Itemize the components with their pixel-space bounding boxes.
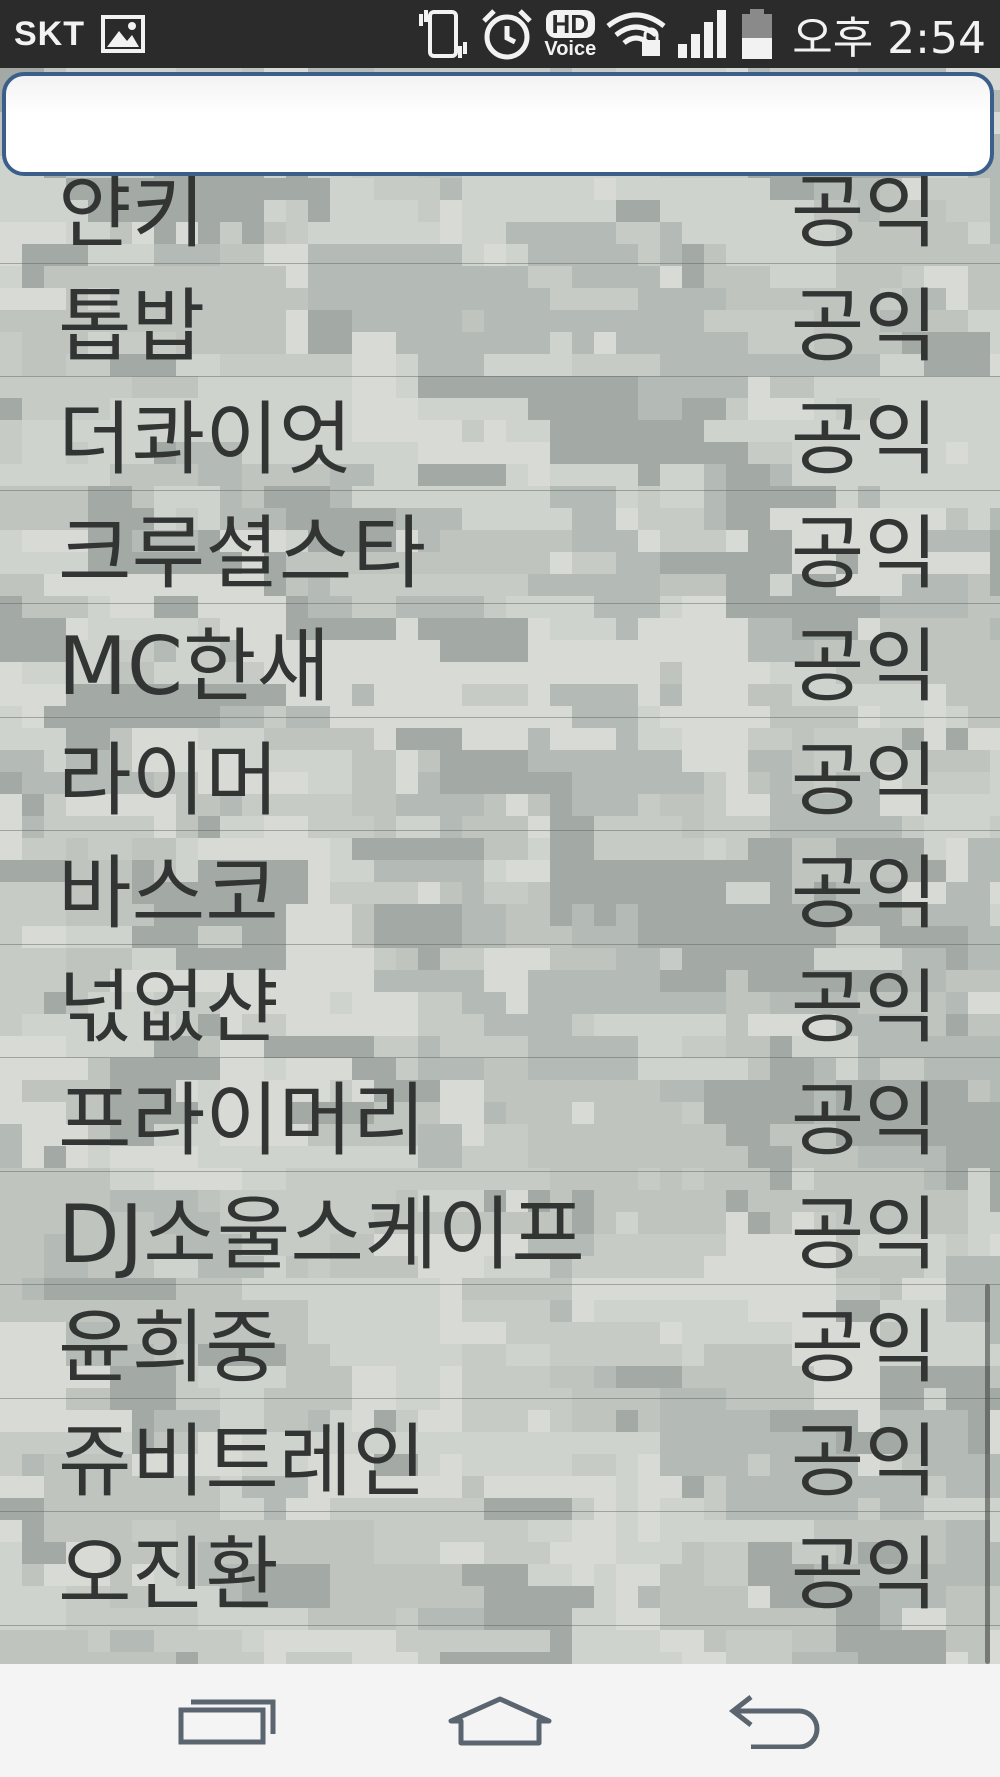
item-name: 넋없샨 [58, 960, 279, 1054]
item-name: 라이머 [58, 733, 279, 827]
carrier-label: SKT [14, 14, 85, 53]
battery-icon [742, 9, 773, 59]
item-name: 윤희중 [58, 1301, 279, 1395]
item-name: 크루셜스타 [58, 506, 426, 600]
back-button[interactable] [713, 1681, 833, 1761]
search-input[interactable] [2, 72, 994, 176]
item-list[interactable]: 얀키 공익 톱밥 공익 더콰이엇 공익 크루셜스타 공익 MC한새 공익 라이머 공익 바스코 공익 넋없샨… [0, 150, 1000, 1626]
item-type: 공익 [790, 847, 938, 941]
content-area: 얀키 공익 톱밥 공익 더콰이엇 공익 크루셜스타 공익 MC한새 공익 라이머 공익 바스코 공익 넋없샨… [0, 68, 1000, 1664]
hd-label: HD [545, 9, 596, 38]
item-type: 공익 [790, 1414, 938, 1508]
item-name: 톱밥 [58, 279, 206, 373]
gallery-icon [101, 15, 145, 53]
status-icons: HD Voice 오후 2:54 [416, 2, 986, 66]
alarm-icon [482, 9, 533, 60]
list-item[interactable]: 크루셜스타 공익 [0, 491, 1000, 604]
list-item[interactable]: 쥬비트레인 공익 [0, 1399, 1000, 1512]
hd-voice-icon: HD Voice [544, 9, 597, 60]
item-type: 공익 [790, 393, 938, 487]
item-name: 더콰이엇 [58, 393, 353, 487]
item-type: 공익 [790, 1187, 938, 1281]
list-item[interactable]: 톱밥 공익 [0, 264, 1000, 377]
list-item[interactable]: 더콰이엇 공익 [0, 377, 1000, 491]
item-type: 공익 [790, 506, 938, 600]
item-type: 공익 [790, 1528, 938, 1622]
list-item[interactable]: 넋없샨 공익 [0, 945, 1000, 1058]
item-type: 공익 [790, 960, 938, 1054]
list-item[interactable]: 프라이머리 공익 [0, 1058, 1000, 1172]
list-item[interactable]: 윤희중 공익 [0, 1285, 1000, 1399]
wifi-locked-icon [606, 12, 666, 56]
item-type: 공익 [790, 279, 938, 373]
voice-label: Voice [544, 37, 597, 60]
screen: SKT HD Voice 오후 2:54 얀키 공익 톱밥 공익 더콰이엇 공익… [0, 0, 1000, 1777]
item-type: 공익 [790, 733, 938, 827]
list-item[interactable]: 라이머 공익 [0, 718, 1000, 831]
back-icon [729, 1694, 820, 1749]
clock: 오후 2:54 [792, 13, 986, 64]
item-type: 공익 [790, 1074, 938, 1168]
item-type: 공익 [790, 1301, 938, 1395]
list-item[interactable]: DJ소울스케이프 공익 [0, 1172, 1000, 1285]
recent-apps-icon [178, 1699, 276, 1744]
list-item[interactable]: MC한새 공익 [0, 604, 1000, 718]
item-name: DJ소울스케이프 [58, 1187, 585, 1281]
home-button[interactable] [440, 1681, 560, 1761]
item-type: 공익 [790, 620, 938, 714]
item-name: MC한새 [58, 620, 331, 714]
recent-apps-button[interactable] [167, 1681, 287, 1761]
item-name: 쥬비트레인 [58, 1414, 426, 1508]
navigation-bar [0, 1664, 1000, 1777]
item-name: 오진환 [58, 1528, 279, 1622]
item-name: 프라이머리 [58, 1074, 426, 1168]
item-name: 바스코 [58, 847, 279, 941]
scrollbar[interactable] [985, 1284, 990, 1664]
status-bar: SKT HD Voice 오후 2:54 [0, 0, 1000, 68]
signal-icon [678, 10, 727, 58]
list-item[interactable]: 오진환 공익 [0, 1512, 1000, 1626]
list-item[interactable]: 바스코 공익 [0, 831, 1000, 945]
vibrate-icon [419, 10, 468, 58]
home-icon [448, 1696, 552, 1745]
